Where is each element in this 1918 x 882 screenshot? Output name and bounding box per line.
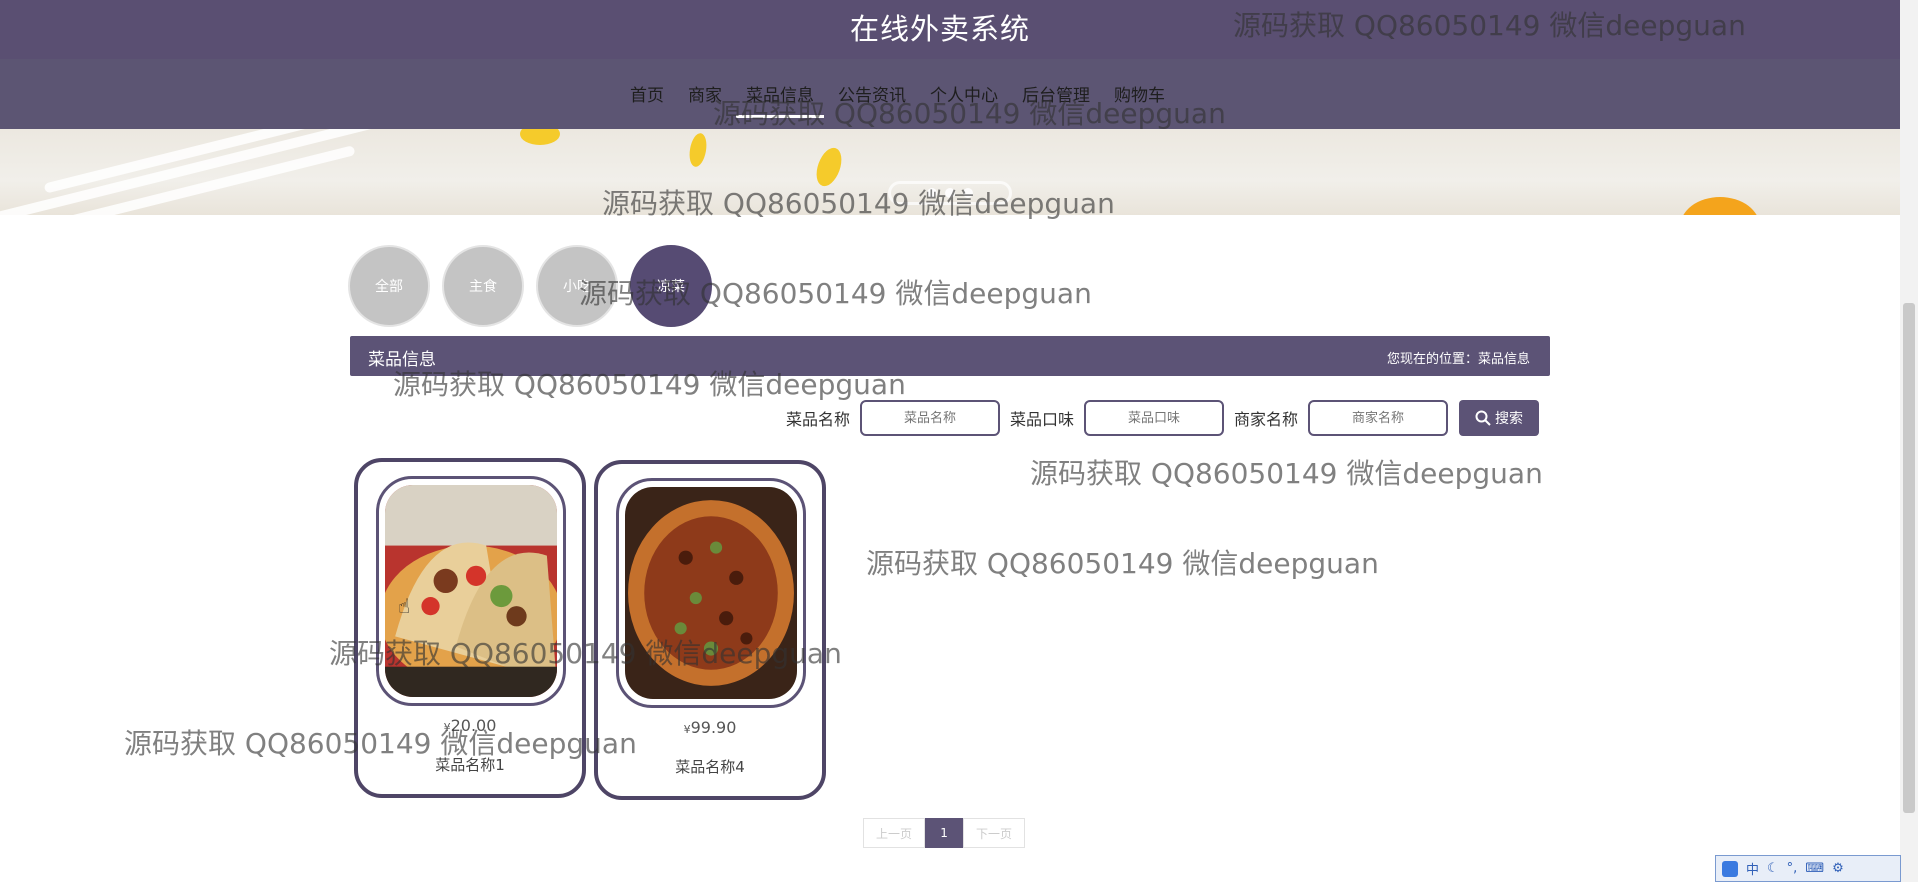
nav-item-profile[interactable]: 个人中心 xyxy=(930,81,998,106)
punctuation-icon: °, xyxy=(1786,861,1798,876)
merchant-name-label: 商家名称 xyxy=(1234,410,1299,429)
search-button-label: 搜索 xyxy=(1495,411,1524,427)
mouse-cursor-icon: ☝ xyxy=(398,594,411,618)
merchant-name-input[interactable] xyxy=(1308,400,1449,436)
nav-item-home[interactable]: 首页 xyxy=(630,81,664,106)
category-cold-dish[interactable]: 凉菜 xyxy=(630,245,712,327)
banner-carousel xyxy=(0,129,1900,215)
product-image-skewers xyxy=(625,487,797,699)
product-image-frame xyxy=(376,476,566,706)
watermark: 源码获取 QQ86050149 微信deepguan xyxy=(1030,457,1543,490)
moon-icon: ☾ xyxy=(1767,861,1779,876)
settings-icon: ⚙ xyxy=(1832,861,1844,876)
pagination: 上一页 1 下一页 xyxy=(863,818,1026,848)
nav-item-news[interactable]: 公告资讯 xyxy=(838,81,906,106)
ime-language[interactable]: 中 xyxy=(1746,859,1759,878)
ime-logo-icon xyxy=(1722,860,1738,877)
next-page-button[interactable]: 下一页 xyxy=(963,818,1026,848)
category-staple[interactable]: 主食 xyxy=(442,245,524,327)
breadcrumb: 您现在的位置：菜品信息 xyxy=(1386,352,1530,367)
page-scrollbar[interactable] xyxy=(1900,0,1918,882)
carousel-indicator[interactable] xyxy=(888,181,1012,205)
carousel-dot[interactable] xyxy=(945,188,955,198)
section-header: 菜品信息 您现在的位置：菜品信息 xyxy=(350,336,1550,376)
keyboard-icon: ⌨ xyxy=(1805,861,1825,876)
nav-item-merchants[interactable]: 商家 xyxy=(688,81,722,106)
site-title: 在线外卖系统 xyxy=(849,12,1030,46)
product-card[interactable]: ¥99.90 菜品名称4 xyxy=(594,460,826,800)
category-filter: 全部 主食 小吃 凉菜 xyxy=(348,245,712,327)
product-image-frame xyxy=(616,478,806,708)
product-price: ¥99.90 xyxy=(683,718,737,737)
ime-toolbar[interactable]: 中 ☾ °, ⌨ ⚙ xyxy=(1715,855,1901,882)
product-image-tacos xyxy=(385,485,557,697)
dish-flavor-label: 菜品口味 xyxy=(1010,410,1075,429)
dish-name-input[interactable] xyxy=(860,400,1001,436)
page-number-current[interactable]: 1 xyxy=(925,818,964,848)
dish-flavor-input[interactable] xyxy=(1084,400,1225,436)
carousel-dot[interactable] xyxy=(963,188,973,198)
category-snack[interactable]: 小吃 xyxy=(536,245,618,327)
watermark: 源码获取 QQ86050149 微信deepguan xyxy=(866,547,1379,580)
section-title: 菜品信息 xyxy=(368,350,436,370)
nav-item-admin[interactable]: 后台管理 xyxy=(1022,81,1090,106)
search-bar: 菜品名称 菜品口味 商家名称 搜索 xyxy=(786,400,1540,436)
main-nav: 首页 商家 菜品信息 公告资讯 个人中心 后台管理 购物车 xyxy=(0,59,1900,129)
category-all[interactable]: 全部 xyxy=(348,245,430,327)
carousel-dot[interactable] xyxy=(927,188,937,198)
prev-page-button[interactable]: 上一页 xyxy=(863,818,926,848)
product-price: ¥20.00 xyxy=(443,716,497,735)
nav-item-cart[interactable]: 购物车 xyxy=(1114,81,1165,106)
product-card[interactable]: ¥20.00 菜品名称1 xyxy=(354,458,586,798)
search-icon xyxy=(1475,410,1491,426)
dish-name-label: 菜品名称 xyxy=(786,410,851,429)
site-header: 在线外卖系统 xyxy=(0,0,1900,59)
product-name: 菜品名称4 xyxy=(675,758,745,776)
nav-item-dishes[interactable]: 菜品信息 xyxy=(736,81,824,118)
product-name: 菜品名称1 xyxy=(435,756,505,774)
search-button[interactable]: 搜索 xyxy=(1459,400,1540,436)
scrollbar-thumb[interactable] xyxy=(1903,303,1915,813)
